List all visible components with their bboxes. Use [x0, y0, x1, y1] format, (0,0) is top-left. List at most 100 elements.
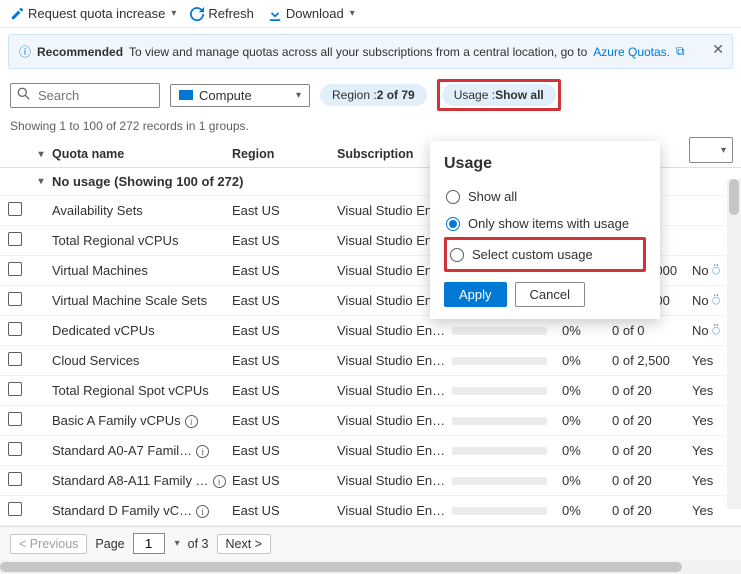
expand-all-chevron[interactable]: ▾: [30, 149, 52, 160]
recommendation-banner: ⓘ Recommended To view and manage quotas …: [8, 34, 733, 69]
adjustable-cell: Yes: [692, 413, 732, 428]
apply-button[interactable]: Apply: [444, 282, 507, 307]
usage-limit: 0 of 20: [612, 443, 692, 458]
subscription-cell: Visual Studio En…: [337, 443, 452, 458]
row-checkbox[interactable]: [8, 292, 22, 306]
col-region[interactable]: Region: [232, 147, 337, 161]
next-button[interactable]: Next >: [217, 534, 271, 554]
usage-percent: 0%: [562, 383, 612, 398]
radio-custom-usage[interactable]: Select custom usage: [448, 241, 642, 268]
quota-name: Standard A0-A7 Famil…i: [52, 443, 232, 459]
quota-name: Dedicated vCPUs: [52, 323, 232, 338]
adjustable-cell: Yes: [692, 353, 732, 368]
page-input[interactable]: [133, 533, 165, 554]
chevron-down-icon: ▾: [171, 8, 176, 19]
chevron-down-icon[interactable]: ▾: [175, 538, 180, 549]
table-row[interactable]: Standard A8-A11 Family …iEast USVisual S…: [0, 466, 741, 496]
subscription-cell: Visual Studio En…: [337, 353, 452, 368]
previous-button[interactable]: < Previous: [10, 534, 87, 554]
row-checkbox[interactable]: [8, 202, 22, 216]
provider-dropdown[interactable]: Compute ▾: [170, 84, 310, 107]
usage-percent: 0%: [562, 443, 612, 458]
quota-name: Standard D Family vC…i: [52, 503, 232, 519]
usage-limit: 0 of 2,500: [612, 353, 692, 368]
row-checkbox[interactable]: [8, 382, 22, 396]
row-checkbox[interactable]: [8, 262, 22, 276]
info-icon[interactable]: i: [196, 505, 209, 518]
vertical-scrollbar[interactable]: [727, 179, 741, 509]
person-icon[interactable]: ⍥: [709, 263, 720, 278]
compute-icon: [179, 90, 193, 100]
of-label: of 3: [188, 537, 209, 551]
info-icon[interactable]: i: [196, 445, 209, 458]
download-button[interactable]: Download ▾: [268, 6, 355, 21]
cancel-button[interactable]: Cancel: [515, 282, 585, 307]
info-icon[interactable]: i: [213, 475, 226, 488]
refresh-button[interactable]: Refresh: [190, 6, 254, 21]
subscription-cell: Visual Studio En…: [337, 413, 452, 428]
usage-bar: [452, 387, 547, 395]
pager: < Previous Page ▾ of 3 Next >: [0, 526, 741, 560]
refresh-icon: [190, 7, 204, 21]
scrollbar-thumb[interactable]: [0, 562, 682, 572]
col-quota[interactable]: Quota name: [52, 147, 232, 161]
table-row[interactable]: Standard D Family vC…iEast USVisual Stud…: [0, 496, 741, 526]
usage-filter-pill[interactable]: Usage : Show all: [442, 84, 556, 106]
table-row[interactable]: Dedicated vCPUsEast USVisual Studio En… 0…: [0, 316, 741, 346]
search-field[interactable]: [36, 87, 153, 104]
row-checkbox[interactable]: [8, 322, 22, 336]
banner-text: To view and manage quotas across all you…: [129, 45, 587, 59]
usage-limit: 0 of 20: [612, 503, 692, 518]
region-cell: East US: [232, 323, 337, 338]
region-cell: East US: [232, 293, 337, 308]
row-checkbox[interactable]: [8, 442, 22, 456]
radio-icon: [446, 190, 460, 204]
radio-icon: [446, 217, 460, 231]
region-cell: East US: [232, 263, 337, 278]
row-checkbox[interactable]: [8, 232, 22, 246]
row-checkbox[interactable]: [8, 352, 22, 366]
table-row[interactable]: Cloud ServicesEast USVisual Studio En…0%…: [0, 346, 741, 376]
info-icon: ⓘ: [19, 43, 31, 60]
close-icon[interactable]: ✕: [712, 41, 724, 58]
table-row[interactable]: Basic A Family vCPUsiEast USVisual Studi…: [0, 406, 741, 436]
table-row[interactable]: Standard A0-A7 Famil…iEast USVisual Stud…: [0, 436, 741, 466]
row-checkbox[interactable]: [8, 502, 22, 516]
usage-limit: 0 of 20: [612, 473, 692, 488]
row-checkbox[interactable]: [8, 412, 22, 426]
region-filter-pill[interactable]: Region : 2 of 79: [320, 84, 427, 106]
usage-bar: [452, 357, 547, 365]
person-icon[interactable]: ⍥: [709, 293, 720, 308]
column-dropdown[interactable]: ▾: [689, 137, 733, 163]
records-summary: Showing 1 to 100 of 272 records in 1 gro…: [0, 115, 741, 141]
info-icon[interactable]: i: [185, 415, 198, 428]
radio-label: Show all: [468, 189, 517, 204]
radio-show-all[interactable]: Show all: [444, 183, 646, 210]
region-cell: East US: [232, 413, 337, 428]
radio-label: Only show items with usage: [468, 216, 629, 231]
row-checkbox[interactable]: [8, 472, 22, 486]
quota-name: Total Regional vCPUs: [52, 233, 232, 248]
toolbar: Request quota increase ▾ Refresh Downloa…: [0, 0, 741, 28]
person-icon[interactable]: ⍥: [709, 323, 720, 338]
azure-quotas-link[interactable]: Azure Quotas.: [593, 45, 670, 59]
chevron-down-icon[interactable]: ▾: [30, 176, 52, 187]
radio-only-usage[interactable]: Only show items with usage: [444, 210, 646, 237]
horizontal-scrollbar[interactable]: [0, 560, 741, 574]
usage-limit: 0 of 0: [612, 323, 692, 338]
table-container: ▾ ▾ Quota name Region Subscription C ble…: [0, 141, 741, 526]
chevron-down-icon: ▾: [296, 90, 301, 101]
adjustable-cell: No ⍥: [692, 293, 732, 309]
quota-name: Virtual Machines: [52, 263, 232, 278]
request-quota-button[interactable]: Request quota increase ▾: [10, 6, 176, 21]
table-row[interactable]: Total Regional Spot vCPUsEast USVisual S…: [0, 376, 741, 406]
subscription-cell: Visual Studio En…: [337, 323, 452, 338]
search-input[interactable]: [10, 83, 160, 108]
scrollbar-thumb[interactable]: [729, 179, 739, 215]
usage-bar: [452, 507, 547, 515]
quota-name: Virtual Machine Scale Sets: [52, 293, 232, 308]
region-cell: East US: [232, 383, 337, 398]
usage-label: Usage :: [454, 88, 495, 102]
download-label: Download: [286, 6, 344, 21]
usage-limit: 0 of 20: [612, 383, 692, 398]
